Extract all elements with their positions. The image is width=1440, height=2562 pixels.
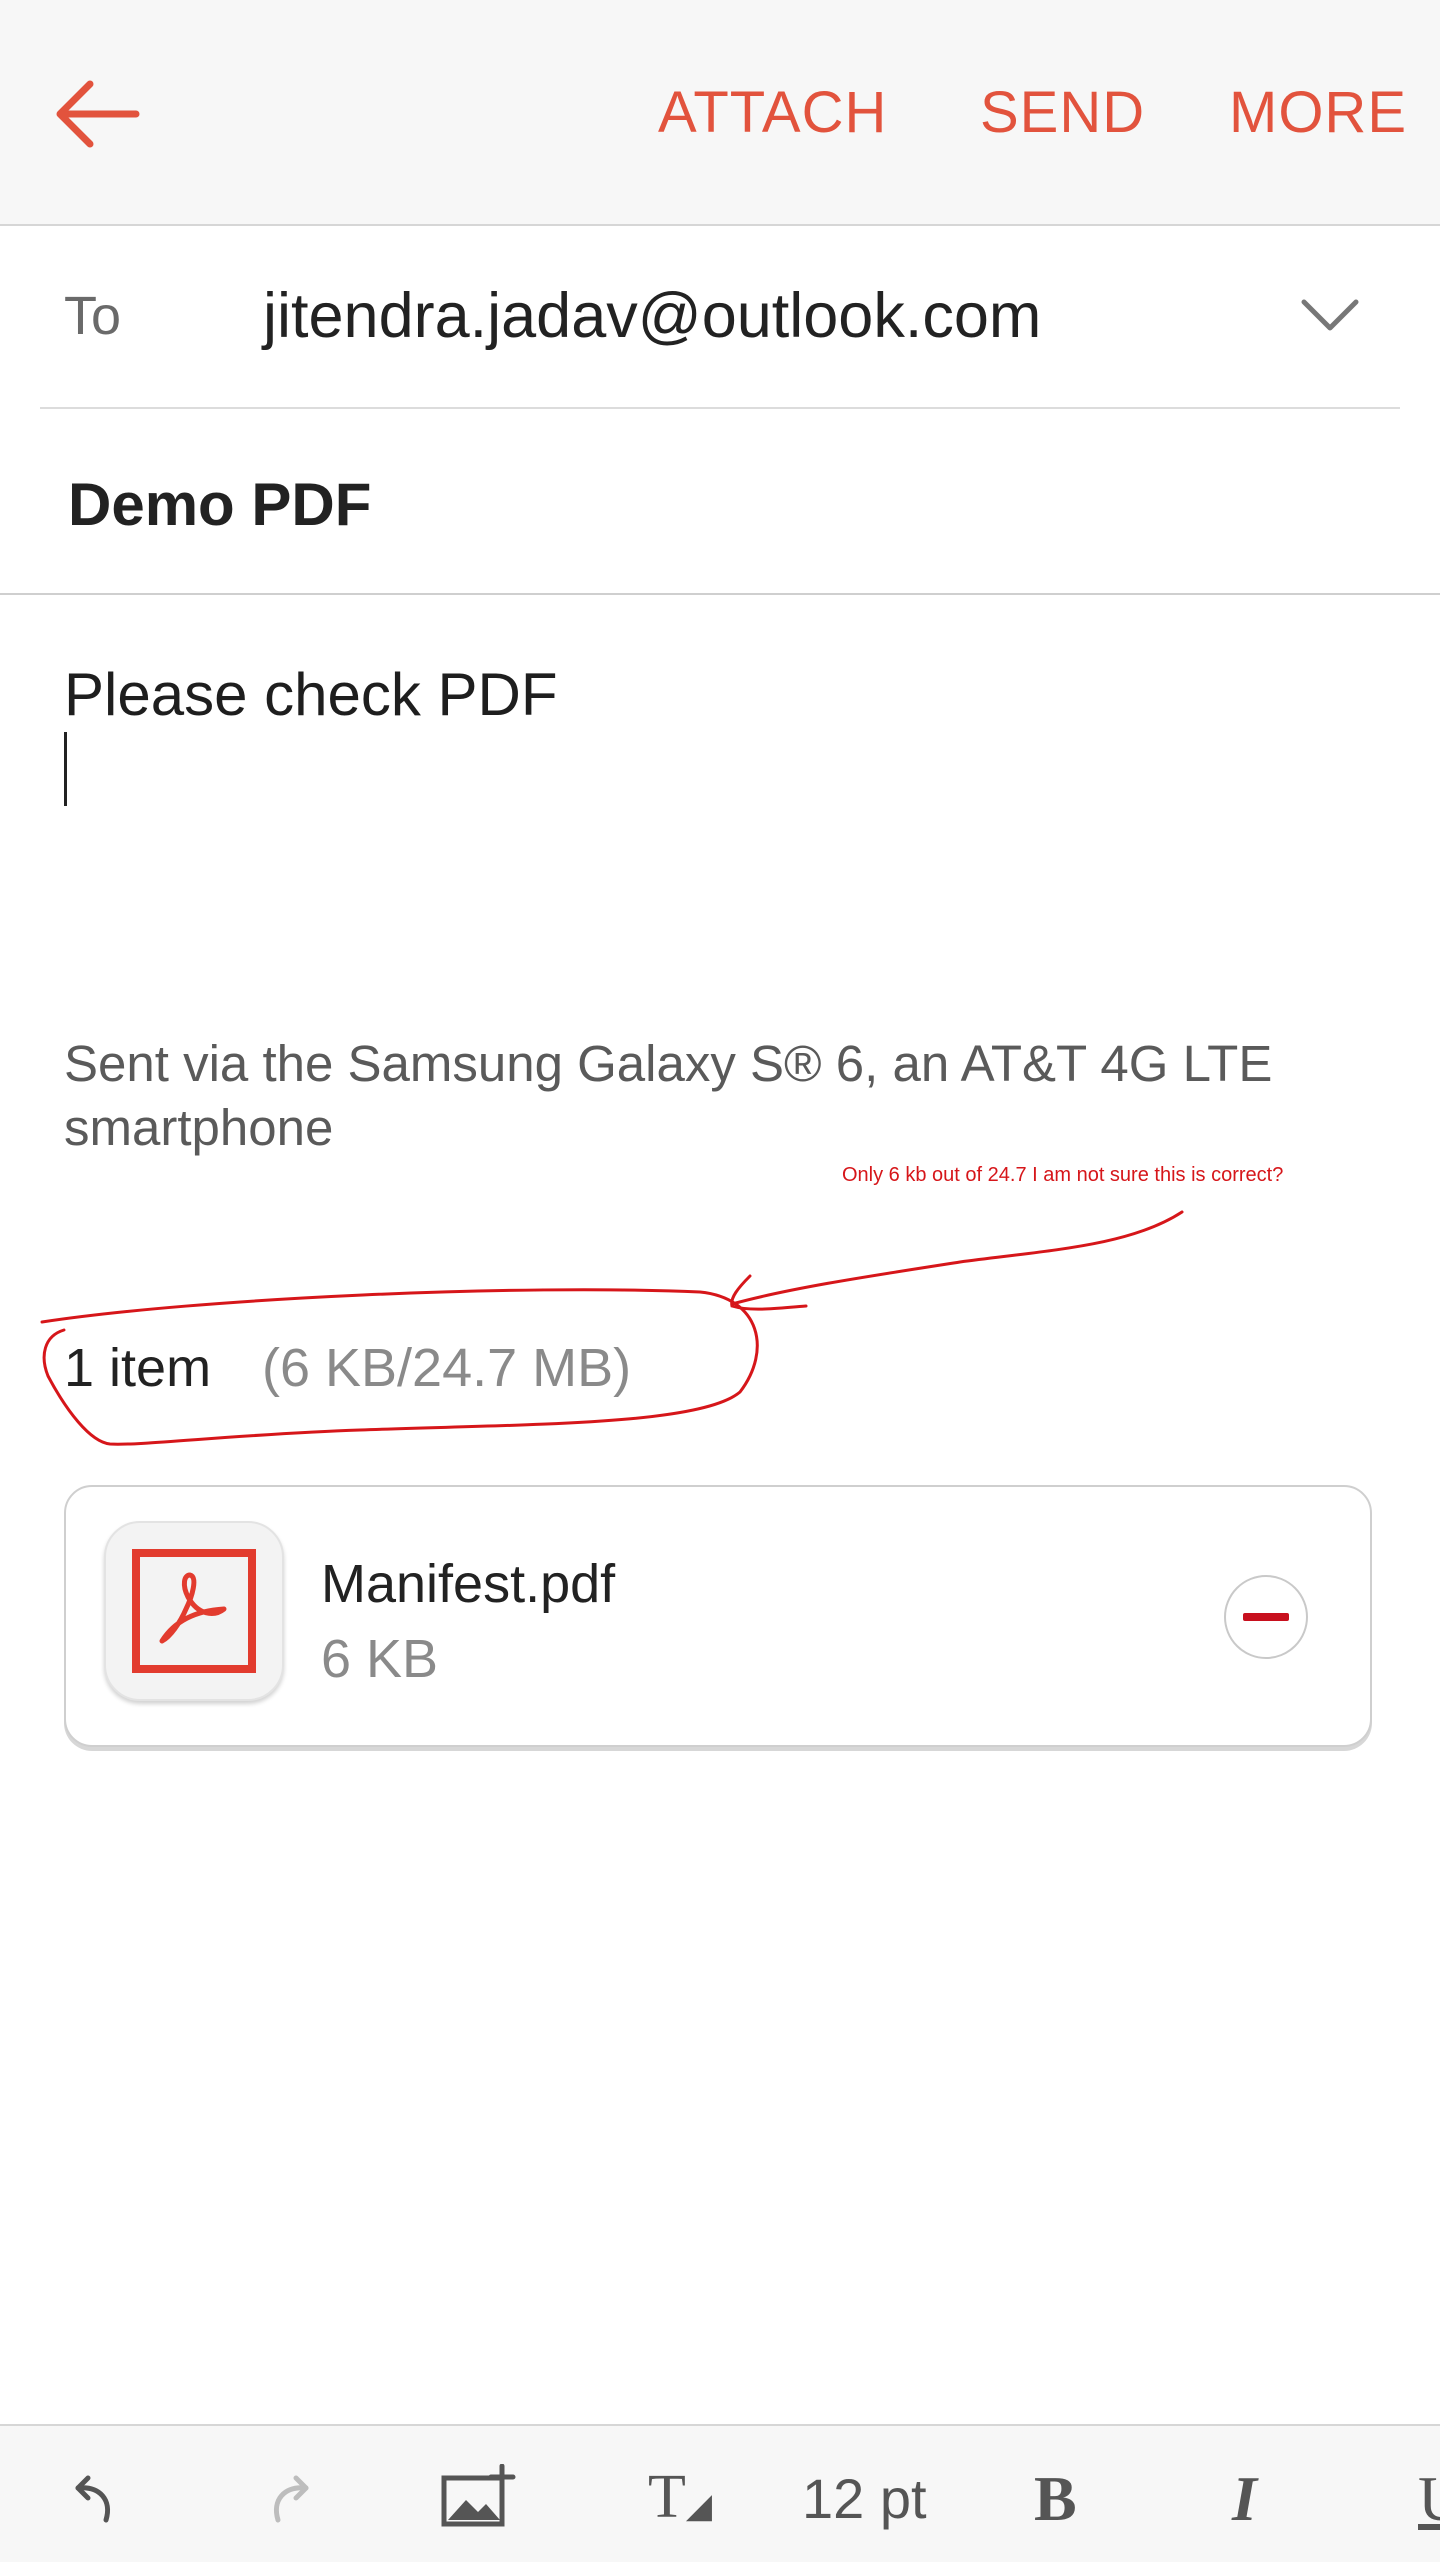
attachment-card[interactable]: Manifest.pdf 6 KB (64, 1485, 1372, 1747)
insert-image-icon[interactable] (440, 2464, 516, 2530)
italic-icon[interactable]: I (1232, 2462, 1257, 2536)
text-style-icon[interactable]: T◢ (648, 2462, 712, 2533)
signature-text: Sent via the Samsung Galaxy S® 6, an AT&… (64, 1035, 1273, 1156)
chevron-down-icon[interactable] (1298, 292, 1362, 338)
formatting-toolbar: T◢ 12 pt B I U (0, 2424, 1440, 2562)
redo-icon[interactable] (262, 2470, 314, 2526)
minus-icon (1243, 1613, 1289, 1621)
send-button[interactable]: SEND (980, 78, 1145, 148)
undo-icon[interactable] (70, 2470, 122, 2526)
remove-attachment-button[interactable] (1224, 1575, 1308, 1659)
divider (0, 593, 1440, 595)
to-label: To (64, 286, 122, 346)
underline-icon[interactable]: U (1418, 2462, 1440, 2536)
attach-button[interactable]: ATTACH (658, 78, 887, 148)
app-bar: ATTACH SEND MORE (0, 0, 1440, 226)
annotation-drawing (40, 1210, 1184, 1446)
message-body[interactable]: Please check PDF (64, 660, 558, 729)
subject-field[interactable]: Demo PDF (68, 470, 371, 539)
font-size-selector[interactable]: 12 pt (802, 2466, 927, 2531)
text-cursor (64, 732, 67, 806)
back-arrow-icon[interactable] (52, 76, 142, 152)
bold-icon[interactable]: B (1034, 2462, 1077, 2536)
file-size: 6 KB (321, 1629, 439, 1689)
to-recipient-field[interactable]: jitendra.jadav@outlook.com (263, 280, 1041, 352)
file-name: Manifest.pdf (321, 1554, 616, 1614)
attachment-count: 1 item (64, 1338, 212, 1398)
divider (40, 407, 1400, 409)
more-button[interactable]: MORE (1229, 78, 1407, 148)
attachment-size-summary: (6 KB/24.7 MB) (262, 1338, 632, 1398)
file-thumbnail (104, 1521, 284, 1701)
pdf-icon (132, 1549, 256, 1673)
